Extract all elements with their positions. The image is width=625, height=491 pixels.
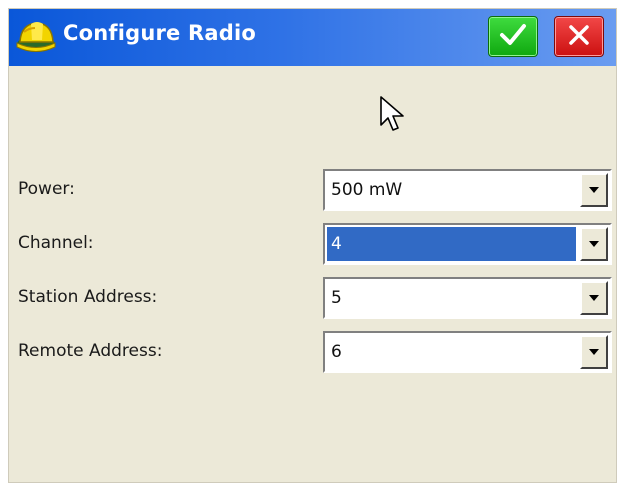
channel-dropdown-button[interactable] bbox=[580, 227, 608, 261]
channel-label: Channel: bbox=[18, 233, 94, 253]
station-address-label: Station Address: bbox=[18, 287, 158, 307]
chevron-down-icon bbox=[589, 241, 599, 247]
channel-value: 4 bbox=[327, 227, 576, 261]
channel-dropdown[interactable]: 4 bbox=[323, 223, 612, 265]
mouse-pointer-icon bbox=[379, 95, 407, 133]
channel-row: Channel: 4 bbox=[9, 223, 616, 267]
chevron-down-icon bbox=[589, 349, 599, 355]
power-dropdown-button[interactable] bbox=[580, 173, 608, 207]
window-title: Configure Radio bbox=[63, 21, 257, 45]
close-button[interactable] bbox=[554, 16, 604, 57]
station-address-row: Station Address: 5 bbox=[9, 277, 616, 321]
ok-button[interactable] bbox=[488, 16, 538, 57]
power-dropdown[interactable]: 500 mW bbox=[323, 169, 612, 211]
remote-address-row: Remote Address: 6 bbox=[9, 331, 616, 375]
remote-address-label: Remote Address: bbox=[18, 341, 163, 361]
station-address-dropdown[interactable]: 5 bbox=[323, 277, 612, 319]
power-label: Power: bbox=[18, 179, 75, 199]
power-row: Power: 500 mW bbox=[9, 169, 616, 213]
close-icon bbox=[567, 23, 591, 51]
station-address-dropdown-button[interactable] bbox=[580, 281, 608, 315]
hard-hat-icon bbox=[15, 18, 57, 58]
remote-address-value: 6 bbox=[331, 342, 342, 362]
configure-radio-window: Configure Radio Power: 500 mW Channel: 4… bbox=[8, 8, 617, 483]
checkmark-icon bbox=[498, 22, 528, 52]
chevron-down-icon bbox=[589, 295, 599, 301]
power-value: 500 mW bbox=[331, 180, 403, 200]
chevron-down-icon bbox=[589, 187, 599, 193]
title-bar: Configure Radio bbox=[9, 9, 616, 66]
remote-address-dropdown[interactable]: 6 bbox=[323, 331, 612, 373]
station-address-value: 5 bbox=[331, 288, 342, 308]
remote-address-dropdown-button[interactable] bbox=[580, 335, 608, 369]
